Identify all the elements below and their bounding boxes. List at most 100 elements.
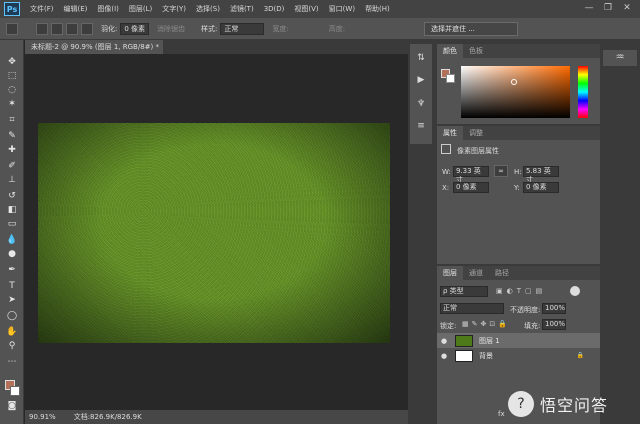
blend-mode-select[interactable]: 正常: [440, 303, 504, 314]
tab-swatches[interactable]: 色板: [463, 44, 489, 58]
properties-panel-tabs: 属性 调整: [437, 126, 600, 140]
status-bar: 90.91% 文档:826.9K/826.9K: [25, 410, 408, 424]
menu-select[interactable]: 选择(S): [196, 4, 220, 14]
background-color-swatch[interactable]: [10, 386, 20, 396]
path-selection-tool-icon[interactable]: ➤: [5, 294, 19, 306]
pixel-layer-icon: [441, 144, 451, 154]
width-label: 宽度:: [272, 24, 289, 33]
layer-row[interactable]: ● 背景 🔒: [437, 348, 600, 363]
eyedropper-tool-icon[interactable]: ✎: [5, 130, 19, 142]
y-prop-input[interactable]: 0 像素: [523, 182, 559, 193]
menu-filter[interactable]: 滤镜(T): [230, 4, 254, 14]
width-prop-label: W:: [442, 168, 451, 176]
new-selection-icon[interactable]: [36, 22, 48, 35]
height-label: 高度:: [328, 24, 346, 33]
magic-wand-tool-icon[interactable]: ✶: [5, 98, 19, 110]
layer-name[interactable]: 图层 1: [479, 336, 500, 346]
restore-button[interactable]: ❐: [601, 2, 615, 14]
tab-layers[interactable]: 图层: [437, 266, 463, 280]
pen-tool-icon[interactable]: ✒: [5, 264, 19, 276]
tab-color[interactable]: 颜色: [437, 44, 463, 58]
brush-panel-icon[interactable]: ♆: [414, 98, 428, 110]
menu-type[interactable]: 文字(Y): [162, 4, 186, 14]
tools-panel: ✥ ⬚ ◌ ✶ ⌗ ✎ ✚ ✐ ⊥ ↺ ◧ ▭ 💧 ● ✒ T ➤ ◯ ✋ ⚲ …: [0, 40, 24, 424]
libraries-panel-icon[interactable]: ♒: [603, 50, 637, 66]
opacity-input[interactable]: 100%: [542, 303, 566, 314]
menu-layer[interactable]: 图层(L): [129, 4, 152, 14]
width-prop-input[interactable]: 9.33 英寸: [453, 166, 489, 184]
minimize-button[interactable]: —: [582, 2, 596, 14]
crop-tool-icon[interactable]: ⌗: [5, 114, 19, 126]
menu-view[interactable]: 视图(V): [294, 4, 318, 14]
fill-input[interactable]: 100%: [542, 319, 566, 330]
ellipse-tool-icon[interactable]: ◯: [5, 310, 19, 322]
brush-tool-icon[interactable]: ✐: [5, 160, 19, 172]
layer-thumbnail: [455, 349, 473, 362]
color-spectrum-field[interactable]: [461, 66, 570, 118]
menu-edit[interactable]: 编辑(E): [64, 4, 88, 14]
height-prop-input[interactable]: 5.83 英寸: [523, 166, 559, 184]
marquee-preset-icon[interactable]: [6, 22, 18, 35]
menu-3d[interactable]: 3D(D): [264, 5, 285, 13]
blur-tool-icon[interactable]: 💧: [5, 234, 19, 246]
color-panel-background[interactable]: [446, 74, 455, 83]
layer-thumbnail: [455, 334, 473, 347]
zoom-level[interactable]: 90.91%: [29, 413, 56, 421]
edit-toolbar-icon[interactable]: ⋯: [5, 356, 19, 368]
history-panel-icon[interactable]: ⇅: [414, 52, 428, 64]
fx-icon[interactable]: fx: [498, 410, 505, 418]
gradient-tool-icon[interactable]: ▭: [5, 218, 19, 230]
lasso-tool-icon[interactable]: ◌: [5, 84, 19, 96]
photoshop-logo: Ps: [4, 2, 20, 16]
move-tool-icon[interactable]: ✥: [5, 56, 19, 68]
quick-mask-icon[interactable]: ◙: [5, 400, 19, 412]
x-prop-input[interactable]: 0 像素: [453, 182, 489, 193]
actions-panel-icon[interactable]: ▶: [414, 74, 428, 86]
close-button[interactable]: ✕: [620, 2, 634, 14]
color-panel-tabs: 颜色 色板: [437, 44, 600, 58]
style-select[interactable]: 正常: [220, 22, 265, 35]
select-and-mask-button[interactable]: 选择并遮住 ...: [424, 22, 518, 36]
zoom-tool-icon[interactable]: ⚲: [5, 340, 19, 352]
intersect-selection-icon[interactable]: [81, 22, 93, 35]
adjustments-panel-icon[interactable]: ≡: [414, 120, 428, 132]
menu-file[interactable]: 文件(F): [30, 4, 54, 14]
type-tool-icon[interactable]: T: [5, 280, 19, 292]
layer-filter-icons[interactable]: ▣◐T▢▤: [496, 287, 566, 296]
color-picker-marker[interactable]: [511, 79, 517, 85]
tab-adjustments[interactable]: 调整: [463, 126, 489, 140]
layer-name[interactable]: 背景: [479, 351, 493, 361]
subtract-selection-icon[interactable]: [66, 22, 78, 35]
link-icon[interactable]: ∞: [494, 165, 508, 177]
eraser-tool-icon[interactable]: ◧: [5, 204, 19, 216]
menu-image[interactable]: 图像(I): [97, 4, 119, 14]
layer-row[interactable]: ● 图层 1: [437, 333, 600, 348]
height-prop-label: H:: [514, 168, 522, 176]
filter-toggle-icon[interactable]: [570, 286, 580, 296]
document-size-info[interactable]: 文档:826.9K/826.9K: [74, 412, 142, 422]
visibility-eye-icon[interactable]: ●: [441, 352, 451, 360]
options-bar: 羽化: 0 像素 消除锯齿 样式: 正常 宽度: 高度:: [0, 18, 640, 40]
hand-tool-icon[interactable]: ✋: [5, 326, 19, 338]
tab-paths[interactable]: 路径: [489, 266, 515, 280]
add-selection-icon[interactable]: [51, 22, 63, 35]
opacity-label: 不透明度:: [510, 306, 541, 314]
tab-strip: [164, 40, 408, 54]
fill-label: 填充:: [524, 322, 541, 330]
lock-options-icons[interactable]: ▦✎✥⊡🔒: [462, 320, 518, 329]
menu-help[interactable]: 帮助(H): [365, 4, 390, 14]
history-brush-tool-icon[interactable]: ↺: [5, 190, 19, 202]
tab-channels[interactable]: 通道: [463, 266, 489, 280]
clone-stamp-tool-icon[interactable]: ⊥: [5, 174, 19, 186]
visibility-eye-icon[interactable]: ●: [441, 337, 451, 345]
tab-properties[interactable]: 属性: [437, 126, 463, 140]
layer-kind-filter[interactable]: ρ 类型: [440, 286, 488, 297]
document-tab[interactable]: 未标题-2 @ 90.9% (图层 1, RGB/8#) * ×: [25, 40, 164, 65]
healing-brush-tool-icon[interactable]: ✚: [5, 144, 19, 156]
marquee-tool-icon[interactable]: ⬚: [5, 70, 19, 82]
dodge-tool-icon[interactable]: ●: [5, 248, 19, 260]
feather-input[interactable]: 0 像素: [120, 22, 150, 35]
antialias-checkbox[interactable]: 消除锯齿: [157, 24, 185, 34]
hue-slider[interactable]: [578, 66, 588, 118]
menu-window[interactable]: 窗口(W): [329, 4, 355, 14]
